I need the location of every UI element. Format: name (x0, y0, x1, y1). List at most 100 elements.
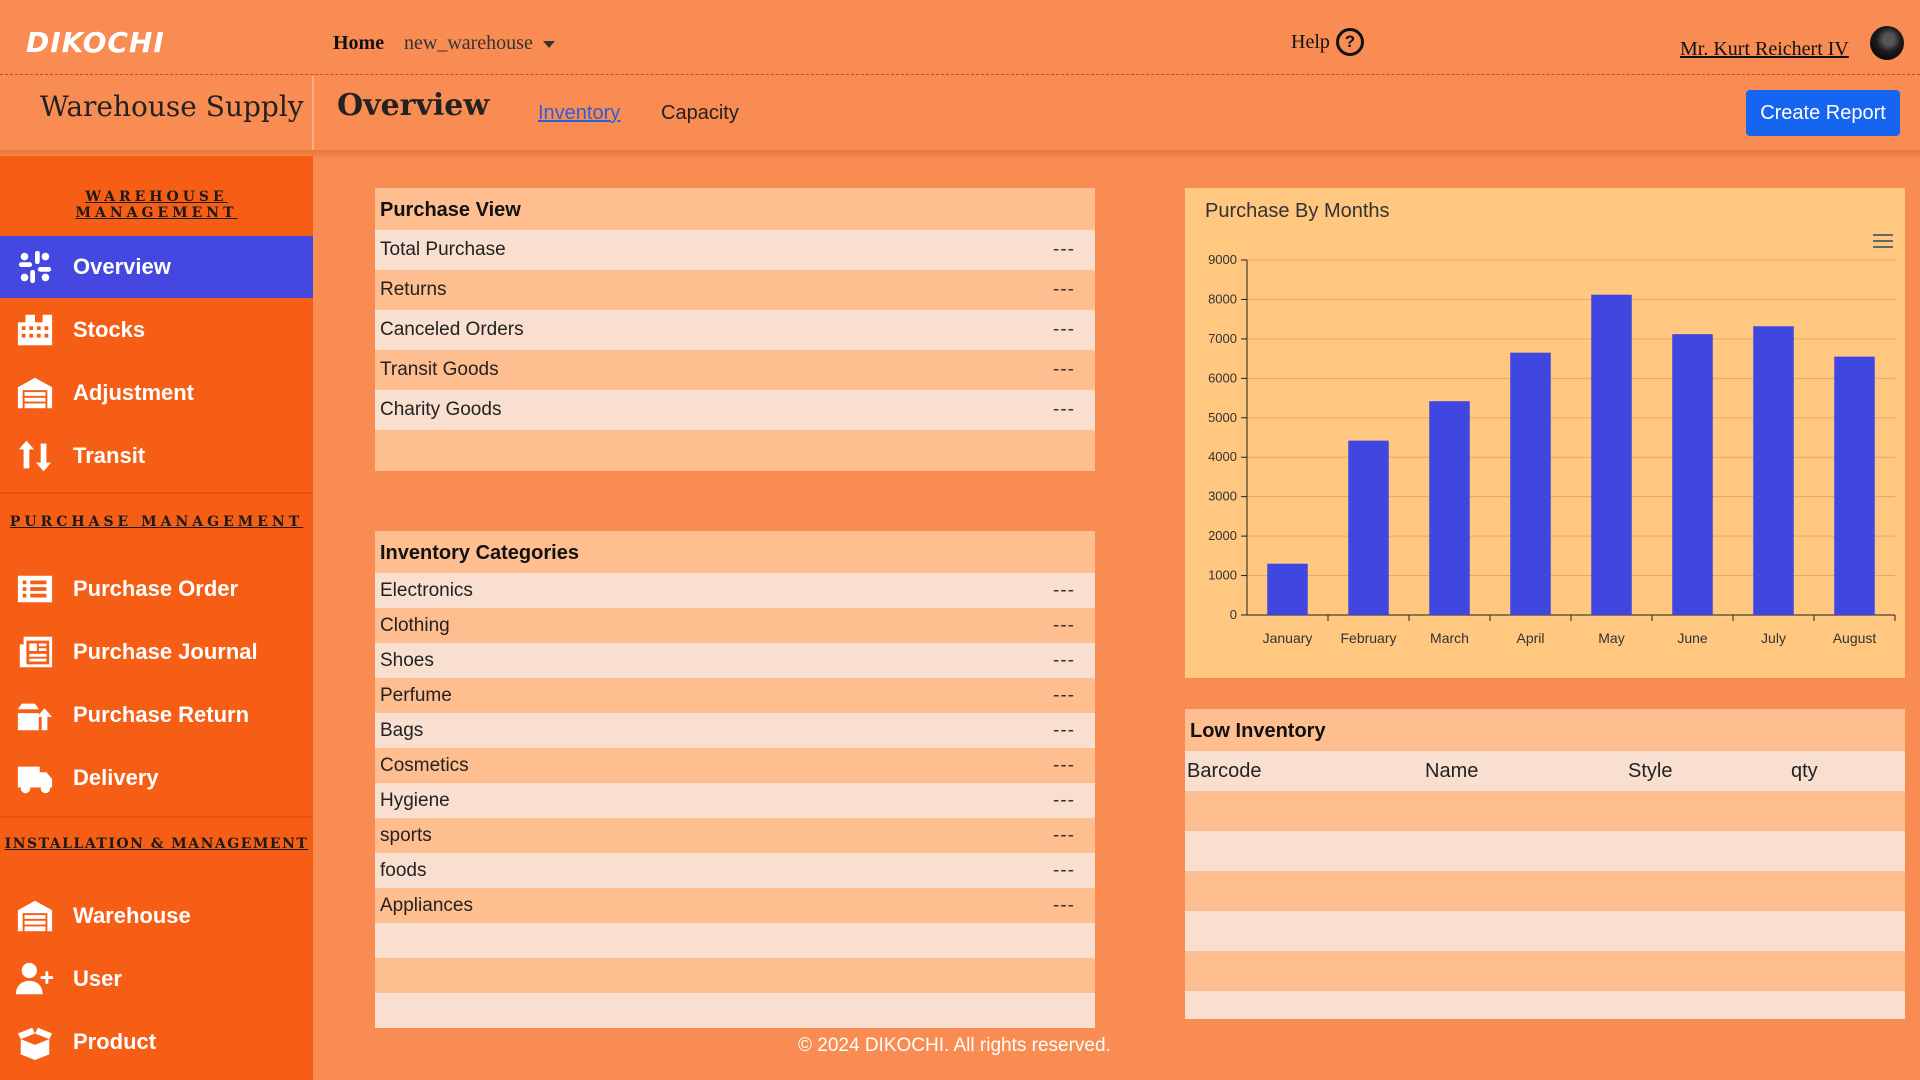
inventory-categories-rows: Electronics --- Clothing --- Shoes --- Perfume… (375, 573, 1095, 1028)
sidebar-item-label: Purchase Order (73, 576, 239, 601)
row-label: Hygiene (380, 789, 450, 811)
table-row (1185, 951, 1905, 991)
y-tick-label: 4000 (1208, 449, 1237, 464)
x-tick-label: May (1598, 630, 1624, 646)
app-title: Warehouse Supply (40, 90, 304, 123)
page-title: Overview (337, 88, 490, 123)
row-label: Perfume (380, 684, 452, 706)
table-row (1185, 911, 1905, 951)
x-tick-label: August (1833, 630, 1877, 646)
row-label: Electronics (380, 579, 473, 601)
list-item: Clothing --- (375, 608, 1095, 643)
empty-row (375, 923, 1095, 958)
panel-title: Low Inventory (1190, 720, 1326, 742)
row-label: Clothing (380, 614, 450, 636)
panel-title: Purchase View (380, 199, 521, 221)
sidebar-item-overview[interactable]: Overview (0, 236, 313, 298)
y-tick-label: 3000 (1208, 489, 1237, 504)
sidebar-item-delivery[interactable]: Delivery (0, 747, 313, 809)
chart-svg: 0 1000 2000 3000 4000 5000 6000 7000 8000 9000 Jan… (1208, 252, 1896, 646)
sidebar-item-label: Product (73, 1029, 157, 1054)
sidebar-item-warehouse[interactable]: Warehouse (0, 885, 313, 947)
row-value: --- (1053, 319, 1075, 340)
building-icon (15, 310, 55, 350)
sub-header: Warehouse Supply Overview Inventory Capa… (0, 76, 1920, 151)
column-header-name[interactable]: Name (1425, 760, 1628, 783)
row-label: Total Purchase (380, 239, 506, 260)
empty-row (375, 958, 1095, 993)
sidebar-item-stocks[interactable]: Stocks (0, 299, 313, 361)
sidebar-item-label: Stocks (73, 317, 146, 342)
row-value: --- (1053, 614, 1075, 636)
row-value: --- (1053, 789, 1075, 811)
x-tick-label: June (1677, 630, 1708, 646)
row-label: Bags (380, 719, 424, 741)
row-value: --- (1053, 824, 1075, 846)
sidebar: WAREHOUSE MANAGEMENT Overview Stocks Adj… (0, 156, 313, 1080)
table-row (1185, 991, 1905, 1019)
sidebar-item-user[interactable]: User (0, 948, 313, 1010)
sidebar-item-product[interactable]: Product (0, 1011, 313, 1073)
brand-logo[interactable]: DIKOCHI (26, 26, 165, 59)
row-label: foods (380, 859, 427, 881)
row-value: --- (1053, 239, 1075, 260)
truck-icon (15, 758, 55, 798)
purchase-view-rows: Total Purchase --- Returns --- Canceled Orde… (375, 230, 1095, 430)
purchase-view-panel: Purchase View Total Purchase --- Returns --… (375, 188, 1095, 471)
table-row (1185, 791, 1905, 831)
sidebar-item-label: Warehouse (73, 903, 191, 928)
chart-bar (1672, 334, 1713, 615)
x-tick-label: March (1430, 630, 1469, 646)
list-item: Transit Goods --- (375, 350, 1095, 390)
sidebar-item-label: Delivery (73, 765, 159, 790)
low-inventory-panel: Low Inventory Barcode Name Style qty (1185, 709, 1905, 1019)
row-value: --- (1053, 894, 1075, 916)
warehouse-dropdown-value: new_warehouse (404, 32, 533, 54)
section-title-purchase-management: PURCHASE MANAGEMENT (9, 514, 304, 530)
column-header-style[interactable]: Style (1628, 760, 1791, 783)
sidebar-item-purchase-return[interactable]: Purchase Return (0, 684, 313, 746)
list-item: Returns --- (375, 270, 1095, 310)
sidebar-item-label: User (73, 966, 122, 991)
question-circle-icon: ? (1335, 28, 1364, 56)
list-item: foods --- (375, 853, 1095, 888)
tab-inventory[interactable]: Inventory (538, 102, 620, 125)
row-value: --- (1053, 684, 1075, 706)
list-item: Appliances --- (375, 888, 1095, 923)
x-tick-label: February (1340, 630, 1396, 646)
avatar[interactable] (1870, 26, 1904, 60)
table-row (1185, 871, 1905, 911)
sidebar-item-transit[interactable]: Transit (0, 425, 313, 487)
empty-row (375, 993, 1095, 1028)
list-item: Bags --- (375, 713, 1095, 748)
user-plus-icon (15, 959, 55, 999)
box-open-icon (15, 1022, 55, 1062)
x-tick-label: July (1761, 630, 1786, 646)
column-header-qty[interactable]: qty (1791, 760, 1818, 783)
row-label: Returns (380, 279, 447, 300)
top-bar: DIKOCHI Home new_warehouse Help ? Mr. Ku… (0, 0, 1920, 75)
sidebar-item-purchase-order[interactable]: Purchase Order (0, 558, 313, 620)
purchase-by-months-chart: Purchase By Months 0 1000 2000 3000 4000 5000… (1185, 188, 1905, 678)
sidebar-item-purchase-journal[interactable]: Purchase Journal (0, 621, 313, 683)
list-item: Canceled Orders --- (375, 310, 1095, 350)
list-item: Shoes --- (375, 643, 1095, 678)
row-label: Cosmetics (380, 754, 469, 776)
section-title-warehouse-management: WAREHOUSE MANAGEMENT (75, 189, 238, 221)
row-value: --- (1053, 399, 1075, 420)
caret-down-icon (542, 40, 555, 48)
arrows-up-down-icon (15, 436, 55, 476)
y-tick-label: 9000 (1208, 252, 1237, 267)
list-item: Cosmetics --- (375, 748, 1095, 783)
home-link[interactable]: Home (333, 32, 384, 55)
tab-capacity[interactable]: Capacity (661, 102, 739, 125)
user-profile-link[interactable]: Mr. Kurt Reichert IV (1680, 38, 1849, 61)
create-report-button[interactable]: Create Report (1746, 90, 1900, 136)
list-item: Perfume --- (375, 678, 1095, 713)
help-link[interactable]: Help ? (1291, 28, 1364, 56)
sidebar-item-adjustment[interactable]: Adjustment (0, 362, 313, 424)
column-header-barcode[interactable]: Barcode (1185, 760, 1425, 783)
warehouse-dropdown[interactable]: new_warehouse (404, 32, 555, 55)
row-label: Shoes (380, 649, 434, 671)
sidebar-item-label: Adjustment (73, 380, 194, 405)
